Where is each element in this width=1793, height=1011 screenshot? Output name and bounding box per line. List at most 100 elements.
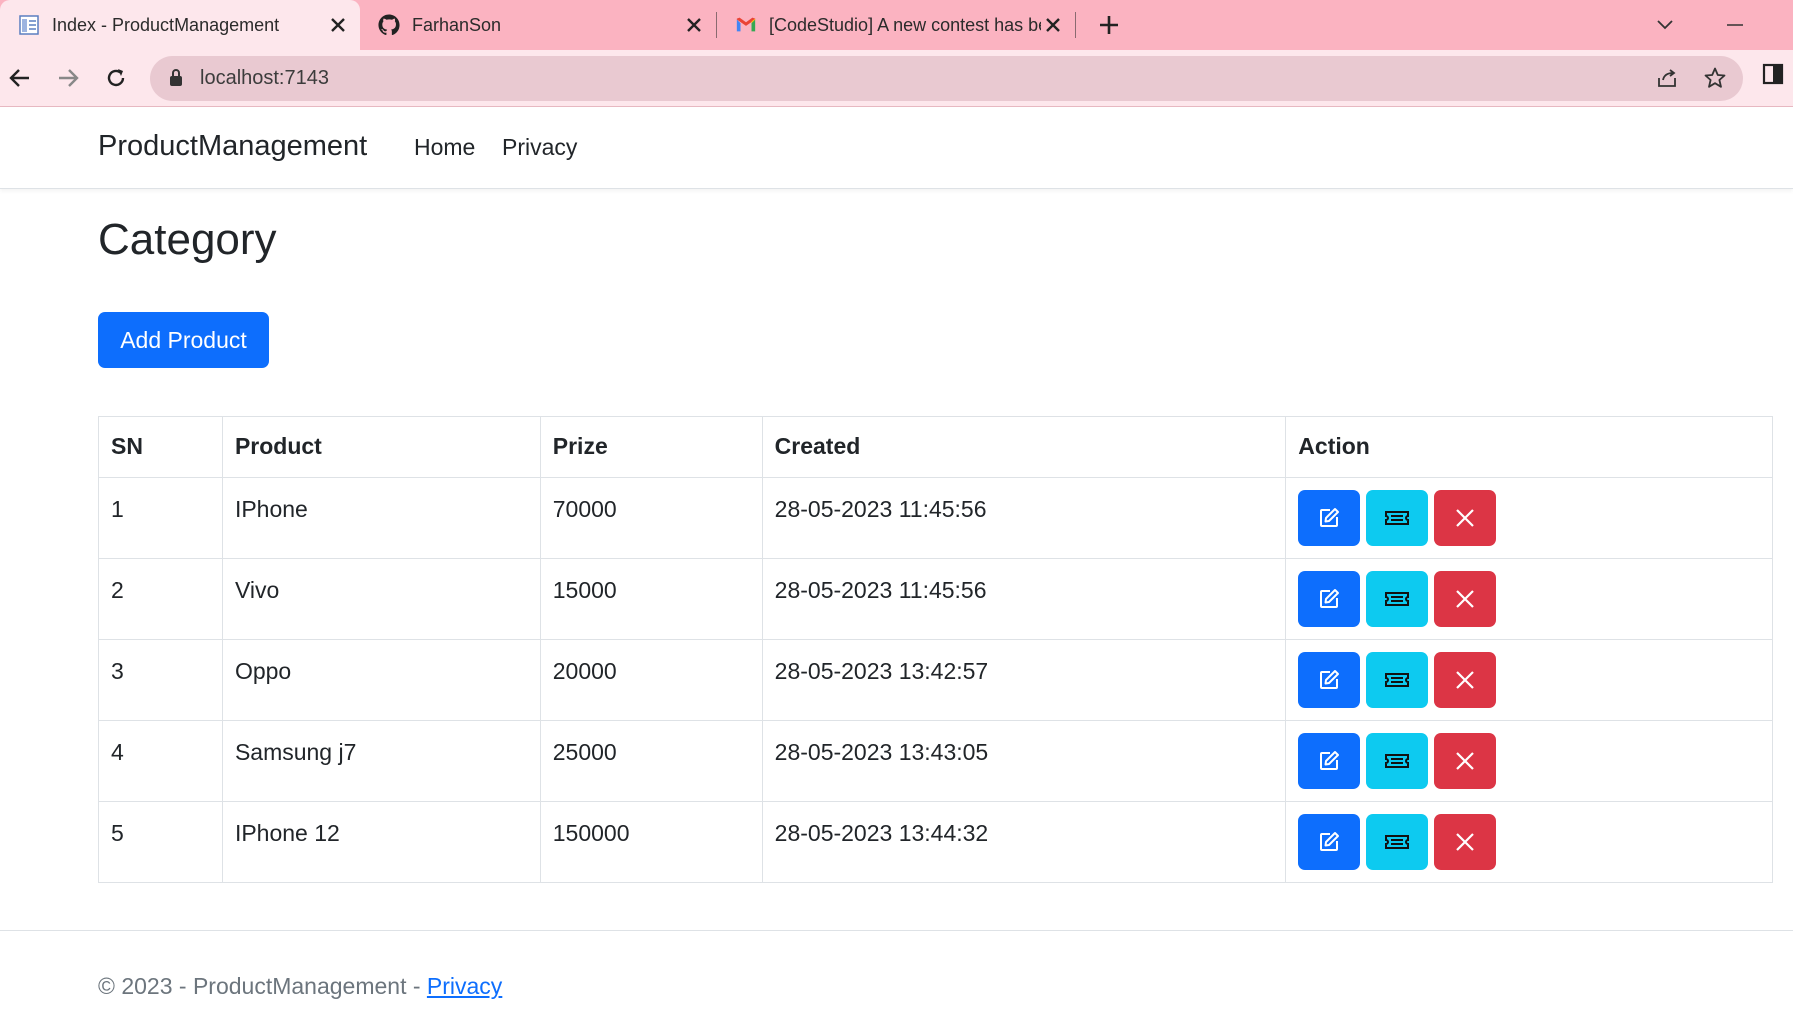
nav-link-privacy[interactable]: Privacy [502, 134, 577, 161]
plus-icon [1100, 16, 1118, 34]
edit-button[interactable] [1298, 571, 1361, 627]
edit-button[interactable] [1298, 490, 1361, 546]
table-row: 2 Vivo 15000 28-05-2023 11:45:56 [98, 558, 1773, 640]
cell-product: Vivo [221, 558, 541, 640]
reload-button[interactable] [100, 62, 132, 94]
details-icon [1384, 751, 1410, 771]
tab-title: [CodeStudio] A new contest has be [769, 14, 1041, 35]
navbar-brand[interactable]: ProductManagement [98, 130, 367, 163]
lock-icon[interactable] [168, 68, 184, 88]
table-row: 3 Oppo 20000 28-05-2023 13:42:57 [98, 639, 1773, 721]
url-text[interactable]: localhost:7143 [200, 67, 329, 90]
tab-divider [1075, 12, 1076, 38]
table-row: 4 Samsung j7 25000 28-05-2023 13:43:05 [98, 720, 1773, 802]
footer-text: © 2023 - ProductManagement - [98, 973, 427, 999]
table-row: 1 IPhone 70000 28-05-2023 11:45:56 [98, 477, 1773, 559]
minimize-button[interactable] [1720, 10, 1750, 40]
site-footer: © 2023 - ProductManagement - Privacy [0, 930, 1793, 1011]
details-button[interactable] [1366, 652, 1429, 708]
details-button[interactable] [1366, 814, 1429, 870]
close-icon[interactable] [326, 13, 350, 37]
cell-prize: 25000 [539, 720, 763, 802]
table-row: 5 IPhone 12 150000 28-05-2023 13:44:32 [98, 801, 1773, 883]
cell-prize: 70000 [539, 477, 763, 559]
page-title: Category [98, 215, 277, 264]
browser-tab-bar: Index - ProductManagement FarhanSon [Cod… [0, 0, 1793, 50]
column-header-sn: SN [98, 416, 223, 478]
edit-button[interactable] [1298, 652, 1361, 708]
details-icon [1384, 670, 1410, 690]
site-navbar: ProductManagement Home Privacy [0, 107, 1793, 189]
tab-title: Index - ProductManagement [52, 14, 280, 35]
cell-actions [1285, 639, 1773, 721]
cell-product: IPhone 12 [221, 801, 541, 883]
reload-icon [107, 69, 125, 87]
share-icon[interactable] [1655, 66, 1679, 90]
delete-icon [1455, 832, 1475, 852]
delete-icon [1455, 670, 1475, 690]
edit-icon [1317, 668, 1341, 692]
minimize-icon [1727, 24, 1743, 26]
new-tab-button[interactable] [1094, 10, 1124, 40]
table-header-row: SN Product Prize Created Action [98, 416, 1773, 478]
delete-button[interactable] [1434, 652, 1497, 708]
github-icon [378, 14, 400, 36]
address-bar[interactable]: localhost:7143 [150, 56, 1743, 101]
column-header-action: Action [1285, 416, 1773, 478]
cell-prize: 15000 [539, 558, 763, 640]
delete-icon [1455, 589, 1475, 609]
details-button[interactable] [1366, 733, 1429, 789]
close-icon[interactable] [1041, 13, 1065, 37]
edit-icon [1317, 587, 1341, 611]
details-icon [1384, 832, 1410, 852]
browser-toolbar: localhost:7143 [0, 50, 1793, 107]
delete-icon [1455, 508, 1475, 528]
delete-button[interactable] [1434, 814, 1497, 870]
cell-actions [1285, 477, 1773, 559]
gmail-icon [736, 17, 756, 32]
forward-button[interactable] [52, 62, 84, 94]
edit-icon [1317, 830, 1341, 854]
nav-link-home[interactable]: Home [414, 134, 475, 161]
edit-button[interactable] [1298, 733, 1361, 789]
page-icon [19, 15, 39, 35]
cell-actions [1285, 801, 1773, 883]
cell-product: IPhone [221, 477, 541, 559]
details-button[interactable] [1366, 571, 1429, 627]
column-header-product: Product [221, 416, 541, 478]
details-button[interactable] [1366, 490, 1429, 546]
cell-created: 28-05-2023 13:44:32 [761, 801, 1287, 883]
footer-copyright: © 2023 - ProductManagement - Privacy [98, 973, 502, 1000]
browser-tab-gmail[interactable]: [CodeStudio] A new contest has be [717, 0, 1075, 50]
star-icon[interactable] [1703, 66, 1727, 90]
close-icon[interactable] [682, 13, 706, 37]
tab-title: FarhanSon [412, 14, 502, 35]
back-button[interactable] [4, 62, 36, 94]
browser-tab-index[interactable]: Index - ProductManagement [0, 0, 360, 50]
footer-privacy-link[interactable]: Privacy [427, 973, 502, 999]
cell-created: 28-05-2023 13:43:05 [761, 720, 1287, 802]
category-table: SN Product Prize Created Action 1 IPhone 7… [98, 416, 1773, 883]
cell-actions [1285, 720, 1773, 802]
arrow-left-icon [9, 69, 29, 87]
cell-sn: 2 [98, 558, 223, 640]
delete-icon [1455, 751, 1475, 771]
edit-button[interactable] [1298, 814, 1361, 870]
cell-sn: 5 [98, 801, 223, 883]
edit-icon [1317, 506, 1341, 530]
cell-created: 28-05-2023 13:42:57 [761, 639, 1287, 721]
details-icon [1384, 589, 1410, 609]
tab-search-button[interactable] [1650, 10, 1680, 40]
delete-button[interactable] [1434, 571, 1497, 627]
browser-tab-github[interactable]: FarhanSon [360, 0, 716, 50]
delete-button[interactable] [1434, 490, 1497, 546]
column-header-created: Created [761, 416, 1287, 478]
side-panel-button[interactable] [1761, 62, 1785, 91]
cell-sn: 1 [98, 477, 223, 559]
edit-icon [1317, 749, 1341, 773]
details-icon [1384, 508, 1410, 528]
delete-button[interactable] [1434, 733, 1497, 789]
column-header-prize: Prize [539, 416, 763, 478]
cell-actions [1285, 558, 1773, 640]
add-product-button[interactable]: Add Product [98, 312, 269, 368]
